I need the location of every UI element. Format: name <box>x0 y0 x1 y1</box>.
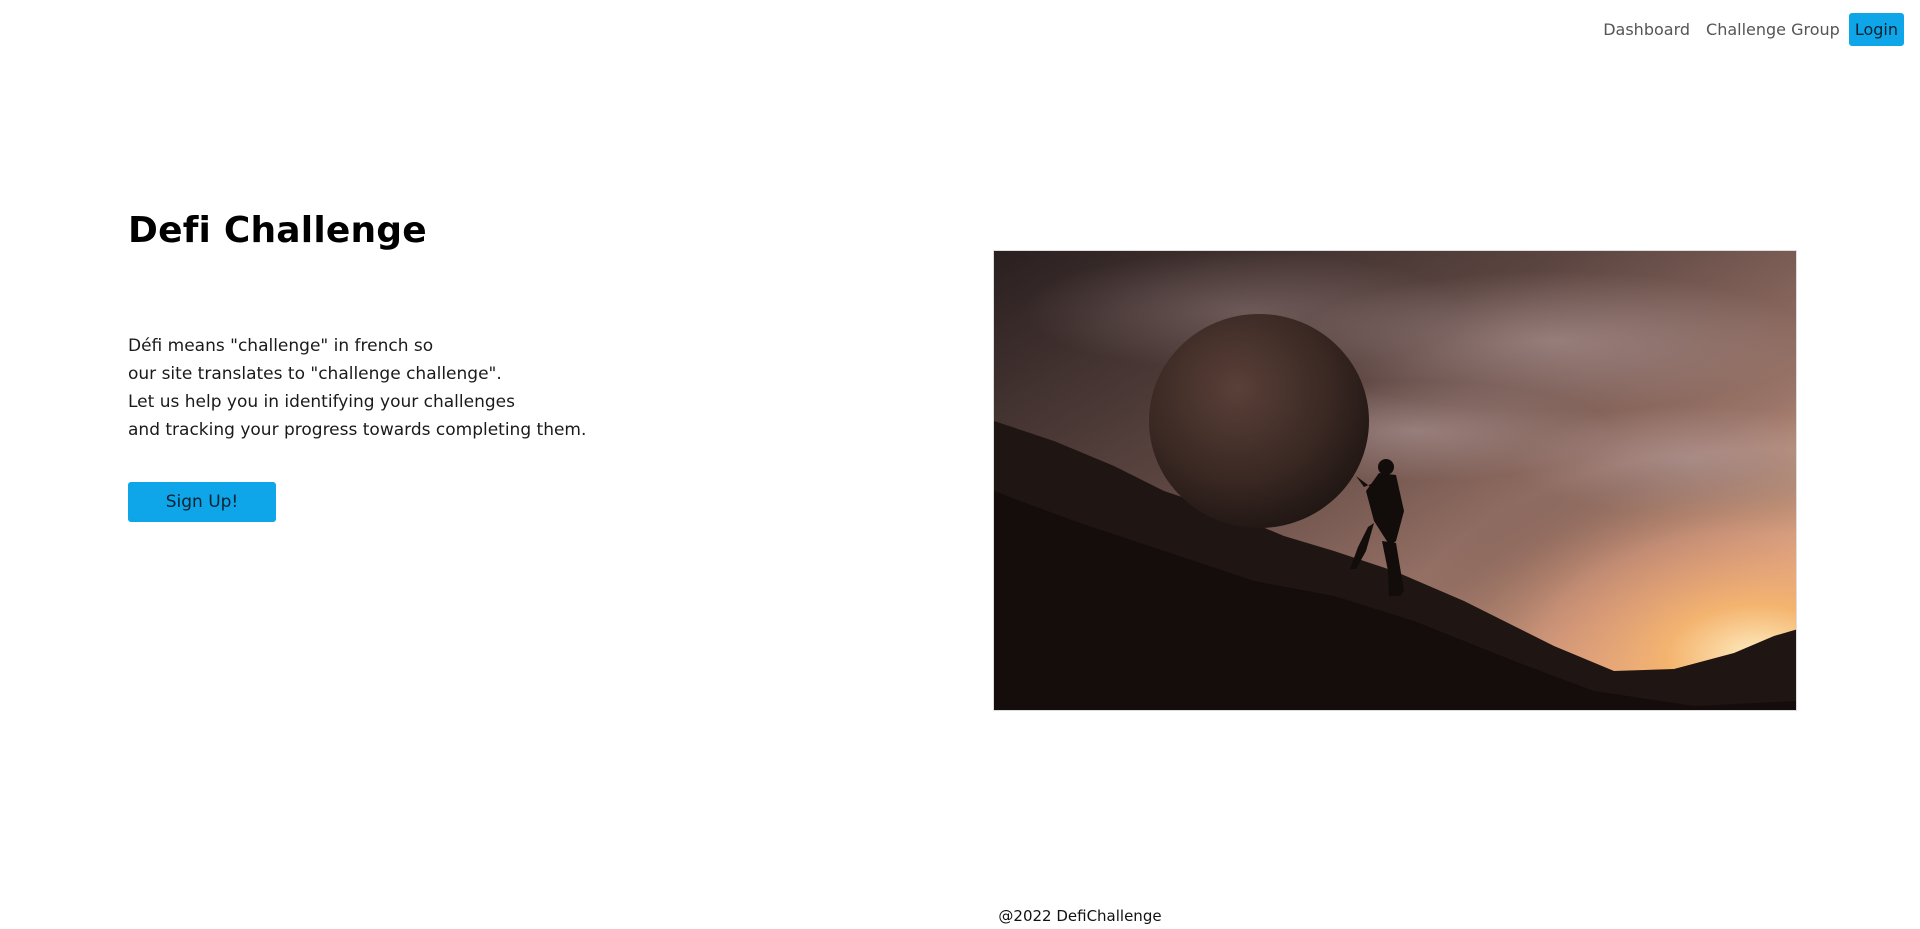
hero-description: Défi means "challenge" in french so our … <box>128 332 888 444</box>
hero-image <box>993 250 1797 711</box>
page-title: Defi Challenge <box>128 210 427 251</box>
hero-section: Defi Challenge Défi means "challenge" in… <box>0 0 1920 929</box>
hero-text-column: Defi Challenge Défi means "challenge" in… <box>128 205 888 522</box>
description-line-4: and tracking your progress towards compl… <box>128 420 587 440</box>
description-line-1: Défi means "challenge" in french so <box>128 336 434 356</box>
footer-copyright: @2022 DefiChallenge <box>998 907 1162 925</box>
signup-button[interactable]: Sign Up! <box>128 482 276 522</box>
description-line-2: our site translates to "challenge challe… <box>128 364 502 384</box>
description-line-3: Let us help you in identifying your chal… <box>128 392 515 412</box>
sisyphus-boulder-sunset-photo <box>994 251 1796 710</box>
